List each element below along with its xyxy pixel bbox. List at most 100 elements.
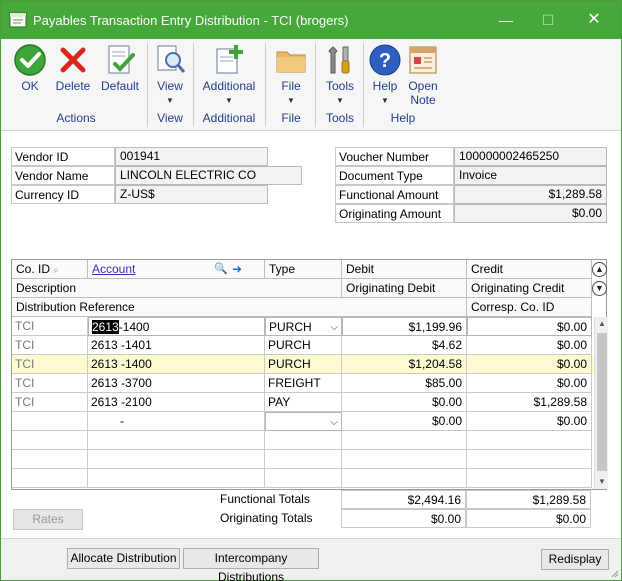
resize-grip-icon[interactable] — [609, 568, 619, 578]
additional-button[interactable]: Additional ▼ — [197, 43, 261, 108]
row2-account[interactable]: 2613 -1401 — [88, 336, 265, 355]
window-title: Payables Transaction Entry Distribution … — [33, 13, 349, 28]
file-button[interactable]: File ▼ — [271, 43, 311, 108]
empty-cell[interactable] — [88, 450, 265, 469]
originating-totals-label: Originating Totals — [220, 511, 313, 525]
row3-co-id[interactable]: TCI — [12, 355, 88, 374]
row3-credit[interactable]: $0.00 — [467, 355, 592, 374]
svg-text:?: ? — [379, 50, 391, 72]
col-header-co-id[interactable]: Co. ID ⌕ — [12, 260, 88, 279]
originating-totals-credit: $0.00 — [466, 509, 591, 528]
tools-button[interactable]: Tools ▼ — [321, 43, 359, 108]
empty-cell[interactable] — [265, 469, 342, 488]
row5-account-sub: -2100 — [121, 395, 152, 409]
empty-cell[interactable] — [342, 431, 467, 450]
empty-cell[interactable] — [265, 450, 342, 469]
row5-account[interactable]: 2613 -2100 — [88, 393, 265, 412]
open-note-button[interactable]: Open Note — [405, 43, 441, 107]
originating-totals-debit: $0.00 — [341, 509, 466, 528]
ribbon-separator — [193, 43, 194, 127]
delete-label: Delete — [55, 79, 91, 93]
file-dropdown-icon: ▼ — [287, 96, 295, 105]
maximize-button[interactable]: ☐ — [533, 9, 563, 31]
col-header-originating-credit: Originating Credit — [467, 279, 592, 298]
intercompany-distributions-button[interactable]: Intercompany Distributions — [183, 548, 319, 581]
additional-plus-icon — [216, 45, 243, 74]
row4-credit[interactable]: $0.00 — [467, 374, 592, 393]
col-header-originating-debit: Originating Debit — [342, 279, 467, 298]
help-button[interactable]: ? Help ▼ — [367, 43, 403, 108]
rates-button[interactable]: Rates — [13, 509, 83, 530]
help-icon: ? — [369, 44, 401, 76]
row4-account[interactable]: 2613 -3700 — [88, 374, 265, 393]
row4-debit[interactable]: $85.00 — [342, 374, 467, 393]
vendor-id-label: Vendor ID — [11, 147, 115, 166]
col-header-account[interactable]: Account 🔍 ➜ — [88, 260, 265, 279]
row6-credit[interactable]: $0.00 — [467, 412, 592, 431]
row2-account-sub: -1401 — [121, 338, 152, 352]
expand-rows-icon[interactable]: ▼ — [592, 281, 607, 296]
empty-cell[interactable] — [342, 450, 467, 469]
empty-cell[interactable] — [12, 431, 88, 450]
co-id-lookup-icon[interactable]: ⌕ — [53, 265, 59, 276]
vendor-name-label: Vendor Name — [11, 166, 115, 185]
collapse-rows-icon[interactable]: ▲ — [592, 262, 607, 277]
empty-cell[interactable] — [467, 450, 592, 469]
minimize-button[interactable]: — — [491, 9, 521, 31]
empty-cell[interactable] — [467, 431, 592, 450]
row3-account[interactable]: 2613 -1400 — [88, 355, 265, 374]
row2-co-id[interactable]: TCI — [12, 336, 88, 355]
empty-cell[interactable] — [12, 469, 88, 488]
ok-button[interactable]: OK — [11, 43, 49, 93]
delete-button[interactable]: Delete — [53, 43, 93, 93]
row6-debit[interactable]: $0.00 — [342, 412, 467, 431]
additional-dropdown-icon: ▼ — [225, 96, 233, 105]
row6-type-select[interactable]: ⌵ — [265, 412, 342, 431]
open-note-label-line2: Note — [410, 93, 436, 107]
account-header-link[interactable]: Account — [92, 262, 135, 276]
footer-bar: Allocate Distribution Intercompany Distr… — [1, 538, 621, 581]
row1-credit[interactable]: $0.00 — [467, 317, 592, 336]
scroll-up-icon[interactable]: ▲ — [595, 317, 609, 331]
folder-icon — [276, 51, 306, 73]
empty-cell[interactable] — [88, 431, 265, 450]
row5-credit[interactable]: $1,289.58 — [467, 393, 592, 412]
scroll-thumb[interactable] — [597, 333, 607, 471]
row4-co-id[interactable]: TCI — [12, 374, 88, 393]
row1-debit[interactable]: $1,199.96 — [342, 317, 467, 336]
redisplay-button[interactable]: Redisplay — [541, 549, 609, 570]
account-arrow-icon[interactable]: ➜ — [232, 260, 242, 278]
view-button[interactable]: View ▼ — [151, 43, 189, 108]
empty-cell[interactable] — [467, 469, 592, 488]
row1-account-input[interactable]: 2613-1400 — [88, 317, 265, 336]
empty-cell[interactable] — [12, 450, 88, 469]
scroll-down-icon[interactable]: ▼ — [595, 475, 609, 489]
row2-type[interactable]: PURCH — [265, 336, 342, 355]
allocate-distribution-button[interactable]: Allocate Distribution — [67, 548, 180, 569]
row5-debit[interactable]: $0.00 — [342, 393, 467, 412]
row5-co-id[interactable]: TCI — [12, 393, 88, 412]
title-bar: Payables Transaction Entry Distribution … — [1, 1, 621, 39]
row6-account[interactable]: - — [88, 412, 265, 431]
row2-debit[interactable]: $4.62 — [342, 336, 467, 355]
empty-cell[interactable] — [88, 469, 265, 488]
row2-credit[interactable]: $0.00 — [467, 336, 592, 355]
empty-cell[interactable] — [342, 469, 467, 488]
empty-cell[interactable] — [265, 431, 342, 450]
group-label-additional: Additional — [202, 111, 256, 125]
default-label: Default — [100, 79, 140, 93]
close-button[interactable]: ✕ — [579, 9, 609, 31]
row4-type[interactable]: FREIGHT — [265, 374, 342, 393]
file-label: File — [281, 79, 301, 93]
row3-debit[interactable]: $1,204.58 — [342, 355, 467, 374]
default-button[interactable]: Default — [97, 43, 143, 93]
grid-scrollbar[interactable]: ▲ ▼ — [594, 317, 608, 489]
row5-type[interactable]: PAY — [265, 393, 342, 412]
account-zoom-icon[interactable]: 🔍 — [214, 260, 228, 278]
row3-type[interactable]: PURCH — [265, 355, 342, 374]
row1-co-id[interactable]: TCI — [12, 317, 88, 336]
currency-id-label: Currency ID — [11, 185, 115, 204]
chevron-down-icon: ⌵ — [330, 322, 338, 333]
row6-co-id[interactable] — [12, 412, 88, 431]
row1-type-select[interactable]: PURCH ⌵ — [265, 317, 342, 336]
